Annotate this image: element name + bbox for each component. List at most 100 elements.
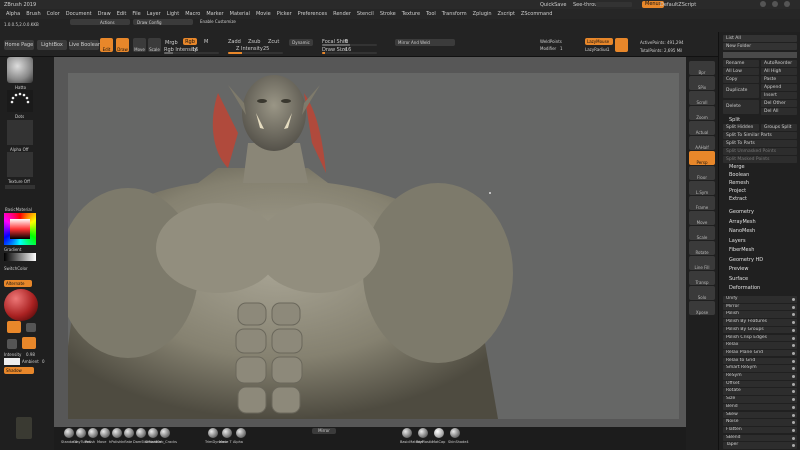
deformation-item[interactable]: Flatten xyxy=(723,426,797,434)
menu-item[interactable]: Render xyxy=(333,11,351,17)
rename-button[interactable]: Rename xyxy=(723,60,759,67)
window-close-icon[interactable] xyxy=(784,1,790,7)
menu-item[interactable]: Alpha xyxy=(6,11,20,17)
remesh-section[interactable]: Remesh xyxy=(723,179,797,187)
menu-item[interactable]: Movie xyxy=(256,11,271,17)
groups-split-button[interactable]: Groups Split xyxy=(761,124,797,131)
deformation-item[interactable]: Offset xyxy=(723,380,797,388)
scale-mode-button[interactable]: Scale xyxy=(148,38,161,52)
palette-section-header[interactable]: NanoMesh xyxy=(723,227,797,235)
brush-shelf-item[interactable] xyxy=(76,428,86,438)
deformation-item[interactable]: Bend xyxy=(723,403,797,411)
deformation-item[interactable]: Smart ReSym xyxy=(723,365,797,372)
window-maximize-icon[interactable] xyxy=(772,1,778,7)
menu-item[interactable]: Preferences xyxy=(298,11,327,17)
menu-item[interactable]: Tool xyxy=(426,11,436,17)
del-all-button[interactable]: Del All xyxy=(761,108,797,115)
see-through-slider[interactable] xyxy=(596,2,632,7)
axis-toggle-icon[interactable] xyxy=(792,359,795,363)
brush-shelf-item[interactable] xyxy=(100,428,110,438)
deformation-item[interactable]: Size xyxy=(723,396,797,403)
deformation-item[interactable]: Skew xyxy=(723,411,797,418)
dynamic-button[interactable]: Dynamic xyxy=(289,39,313,46)
axis-toggle-icon[interactable] xyxy=(792,405,795,409)
right-shelf-button[interactable]: Solo xyxy=(689,286,715,300)
right-shelf-button[interactable]: Frame xyxy=(689,196,715,210)
auto-reorder-button[interactable]: AutoReorder xyxy=(761,60,797,67)
palette-section-header[interactable]: Preview xyxy=(723,265,797,273)
right-shelf-button[interactable]: Zoom xyxy=(689,106,715,120)
axis-toggle-icon[interactable] xyxy=(792,436,795,440)
brush-shelf-item[interactable] xyxy=(124,428,134,438)
deformation-item[interactable]: Rotate xyxy=(723,388,797,395)
insert-button[interactable]: Insert xyxy=(761,92,797,99)
menu-item[interactable]: Transform xyxy=(442,11,467,17)
quicksave-button[interactable]: QuickSave xyxy=(540,2,566,8)
copy-button[interactable]: Copy xyxy=(723,76,759,83)
del-other-button[interactable]: Del Other xyxy=(761,100,797,107)
axis-toggle-icon[interactable] xyxy=(792,444,795,448)
menu-item[interactable]: Marker xyxy=(206,11,223,17)
split-masked-button[interactable]: Split Masked Points xyxy=(723,156,797,163)
deformation-item[interactable]: Mirror xyxy=(723,303,797,311)
brush-shelf-item[interactable] xyxy=(64,428,74,438)
rgb-button[interactable]: Rgb xyxy=(183,38,197,45)
axis-toggle-icon[interactable] xyxy=(792,367,795,371)
window-minimize-icon[interactable] xyxy=(760,1,766,7)
axis-toggle-icon[interactable] xyxy=(792,336,795,340)
lightbox-button[interactable]: LightBox xyxy=(37,40,67,50)
menu-item[interactable]: Draw xyxy=(98,11,111,17)
all-low-button[interactable]: All Low xyxy=(723,68,759,75)
zadd-button[interactable]: Zadd xyxy=(228,39,241,45)
menu-item[interactable]: Brush xyxy=(26,11,40,17)
material-shelf-item[interactable] xyxy=(418,428,428,438)
menu-item[interactable]: Material xyxy=(230,11,250,17)
palette-section-header[interactable]: ArrayMesh xyxy=(723,218,797,226)
brush-shelf-item[interactable] xyxy=(236,428,246,438)
light-bulb-icon[interactable] xyxy=(26,323,36,332)
split-unmasked-button[interactable]: Split Unmasked Points xyxy=(723,148,797,155)
right-shelf-button[interactable]: L.Sym xyxy=(689,181,715,195)
material-shelf-item[interactable] xyxy=(434,428,444,438)
brush-shelf-item[interactable] xyxy=(160,428,170,438)
axis-toggle-icon[interactable] xyxy=(792,398,795,402)
palette-section-header[interactable]: Geometry HD xyxy=(723,256,797,264)
menu-item[interactable]: Layer xyxy=(147,11,161,17)
texture-thumbnail[interactable] xyxy=(7,152,33,177)
palette-section-header[interactable]: FiberMesh xyxy=(723,246,797,254)
menu-item[interactable]: ZScommand xyxy=(521,11,553,17)
axis-toggle-icon[interactable] xyxy=(792,421,795,425)
deformation-item[interactable]: Polish By Features xyxy=(723,319,797,326)
right-shelf-button[interactable]: Bpr xyxy=(689,61,715,75)
deformation-item[interactable]: Polish Crisp Edges xyxy=(723,334,797,341)
axis-toggle-icon[interactable] xyxy=(792,351,795,355)
material-shelf-item[interactable] xyxy=(402,428,412,438)
paste-button[interactable]: Paste xyxy=(761,76,797,83)
menu-item[interactable]: File xyxy=(132,11,140,17)
material-shelf-item[interactable] xyxy=(450,428,460,438)
palette-section-header[interactable]: Deformation xyxy=(723,284,797,292)
split-hidden-button[interactable]: Split Hidden xyxy=(723,124,759,131)
shadow-button[interactable]: Shadow xyxy=(4,367,34,374)
deformation-item[interactable]: ReSym xyxy=(723,373,797,380)
light-icon[interactable] xyxy=(7,321,21,333)
alternate-button[interactable]: Alternate xyxy=(4,280,32,287)
project-section[interactable]: Project xyxy=(723,187,797,195)
document-viewport[interactable] xyxy=(68,73,679,419)
right-shelf-button[interactable]: AAHalf xyxy=(689,136,715,150)
draw-size-slider[interactable] xyxy=(322,52,377,54)
alpha-thumbnail[interactable] xyxy=(7,120,33,145)
mirror-button[interactable]: Mirror xyxy=(312,428,336,434)
rgb-intensity-slider[interactable] xyxy=(164,52,219,54)
deformation-item[interactable]: Relax xyxy=(723,342,797,349)
axis-toggle-icon[interactable] xyxy=(792,428,795,432)
menu-item[interactable]: Zscript xyxy=(498,11,515,17)
right-shelf-button[interactable]: Xpose xyxy=(689,301,715,315)
mirror-and-weld-button[interactable]: Mirror And Weld xyxy=(395,39,455,46)
zsub-button[interactable]: Zsub xyxy=(248,39,260,45)
deformation-item[interactable]: Polish By Groups xyxy=(723,326,797,334)
ambient-swatch[interactable] xyxy=(4,358,20,365)
menu-item[interactable]: Stencil xyxy=(357,11,374,17)
brush-shelf-item[interactable] xyxy=(148,428,158,438)
gradient-bar[interactable] xyxy=(4,253,36,261)
